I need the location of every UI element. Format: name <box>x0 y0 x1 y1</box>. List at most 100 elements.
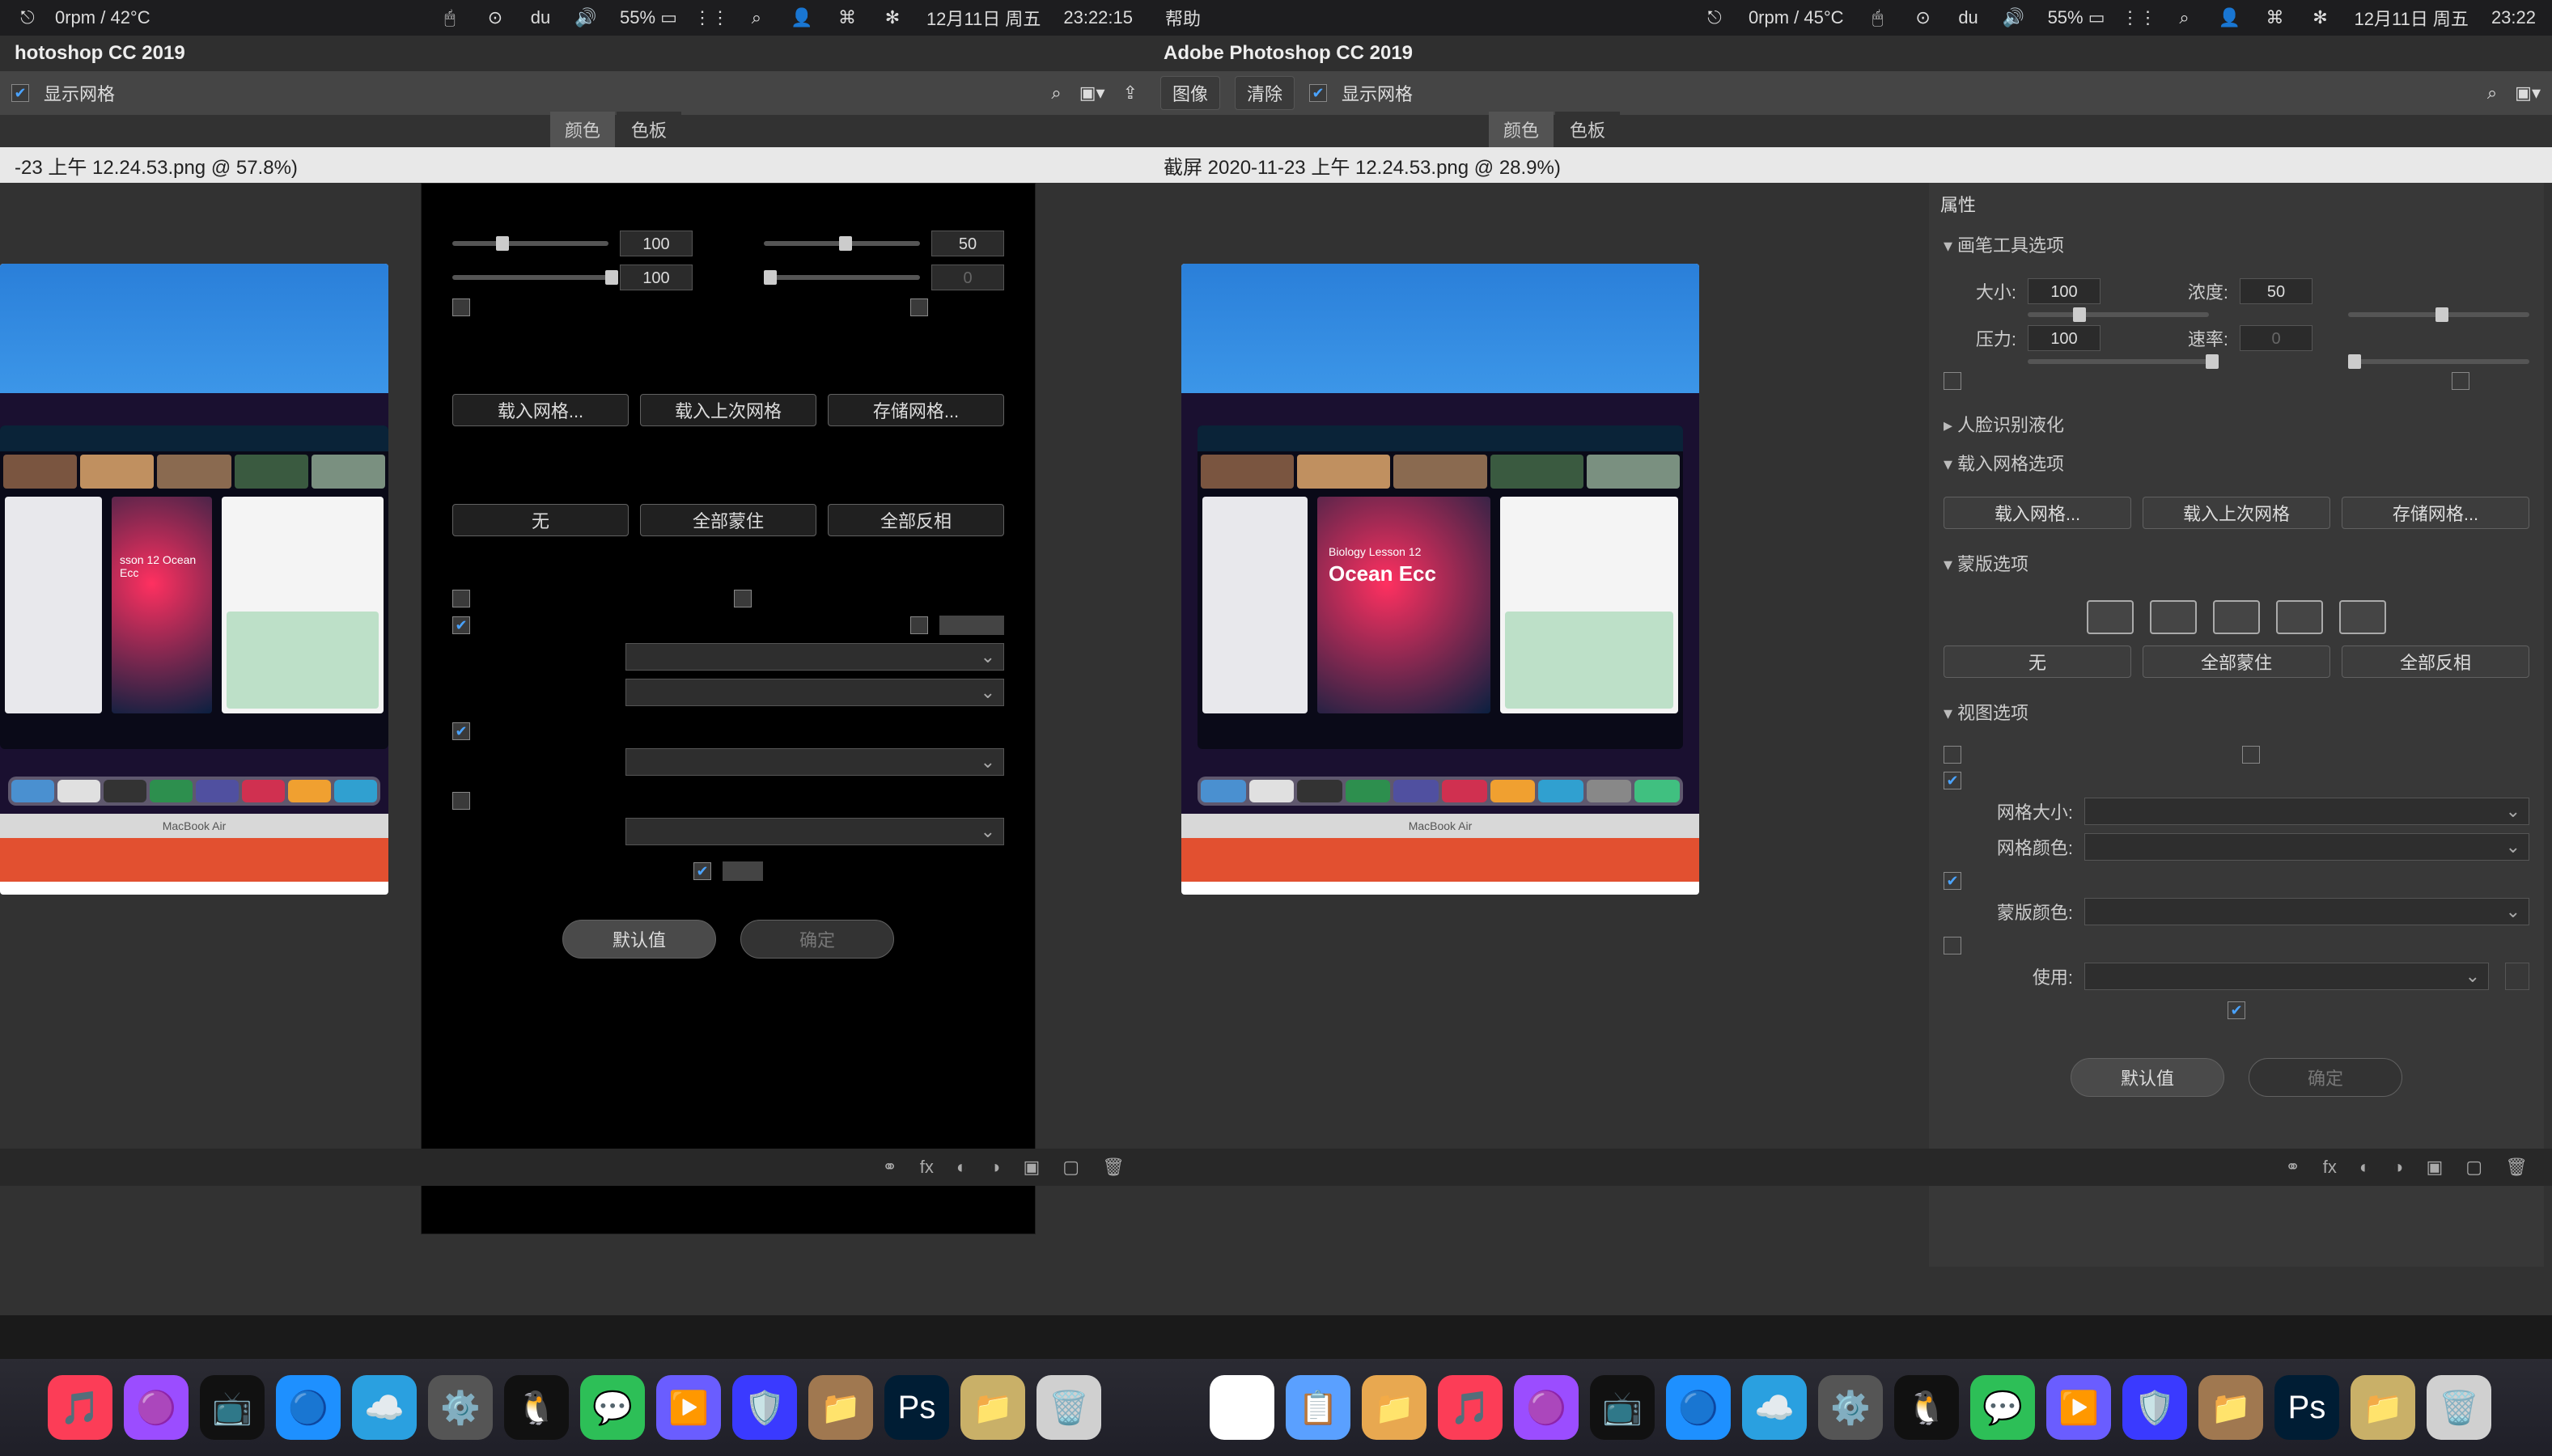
pressure-value[interactable]: 100 <box>2028 325 2101 351</box>
mask-icon[interactable]: ◐ <box>956 1157 967 1178</box>
mask-mode-4[interactable] <box>2276 600 2323 634</box>
save-mesh-button[interactable]: 存储网格... <box>2342 497 2529 529</box>
dock-app-11[interactable]: Ps <box>884 1375 949 1440</box>
mouse-icon[interactable]: 🖱 <box>439 6 461 29</box>
mask-all-button[interactable]: 全部蒙住 <box>2143 645 2330 678</box>
defaults-button[interactable]: 默认值 <box>2071 1058 2224 1097</box>
pressure-value[interactable]: 100 <box>620 265 693 290</box>
window-icon[interactable]: ▣▾ <box>2515 83 2541 104</box>
dock-app-16[interactable]: 🗑️ <box>2427 1375 2491 1440</box>
use-select[interactable]: ⌄ <box>625 818 1004 845</box>
mask-mode-2[interactable] <box>2150 600 2197 634</box>
wifi-icon[interactable]: ⋮⋮ <box>700 6 723 29</box>
link-icon[interactable]: ⚭ <box>2285 1157 2300 1178</box>
v-cb2[interactable] <box>734 590 752 607</box>
dock-app-3[interactable]: 🔵 <box>276 1375 341 1440</box>
fan-icon[interactable]: ✻ <box>2309 6 2332 29</box>
folder-icon[interactable]: ▣ <box>2426 1157 2443 1178</box>
dock-app-11[interactable]: ▶️ <box>2046 1375 2111 1440</box>
canvas[interactable]: Biology Lesson 12 Ocean Ecc MacBook Air <box>1181 264 1699 895</box>
dock-app-13[interactable]: 🗑️ <box>1036 1375 1101 1440</box>
invert-all-button[interactable]: 全部反相 <box>2342 645 2529 678</box>
dock-app-9[interactable]: 🛡️ <box>732 1375 797 1440</box>
play-icon[interactable]: ⊙ <box>1912 6 1935 29</box>
rate-value[interactable]: 0 <box>2240 325 2312 351</box>
mesh-color-select[interactable]: ⌄ <box>2084 833 2529 861</box>
volume-icon[interactable]: 🔊 <box>574 6 597 29</box>
dock-app-13[interactable]: 📁 <box>2198 1375 2263 1440</box>
brush-options-header[interactable]: 画笔工具选项 <box>1957 235 2064 256</box>
dock-app-2[interactable]: 📁 <box>1362 1375 1426 1440</box>
defaults-button[interactable]: 默认值 <box>562 920 716 959</box>
ok-button[interactable]: 确定 <box>740 920 894 959</box>
mask-color-select[interactable]: ⌄ <box>2084 898 2529 925</box>
mesh-options-header[interactable]: 载入网格选项 <box>1957 454 2064 474</box>
trash-icon[interactable]: 🗑 <box>1102 1157 1125 1178</box>
mask-options-header[interactable]: 蒙版选项 <box>1957 554 2028 574</box>
trash-icon[interactable]: 🗑 <box>2505 1157 2528 1178</box>
folder-icon[interactable]: ▣ <box>1023 1157 1040 1178</box>
dock-app-5[interactable]: 📺 <box>1590 1375 1655 1440</box>
dock-app-2[interactable]: 📺 <box>200 1375 265 1440</box>
fan-icon[interactable]: ✻ <box>881 6 904 29</box>
document-tab[interactable]: -23 上午 12.24.53.png @ 57.8%) <box>0 147 1149 183</box>
view-options-header[interactable]: 视图选项 <box>1957 703 2028 723</box>
dock-app-4[interactable]: 🟣 <box>1514 1375 1579 1440</box>
mask-icon[interactable]: ◐ <box>2359 1157 2370 1178</box>
load-mesh-button[interactable]: 载入网格... <box>452 394 629 426</box>
vcb3[interactable] <box>1944 772 1961 789</box>
tab-swatches[interactable]: 色板 <box>1555 112 1620 147</box>
dock-app-8[interactable]: ⚙️ <box>1818 1375 1883 1440</box>
mask-mode-1[interactable] <box>2087 600 2134 634</box>
ok-button[interactable]: 确定 <box>2249 1058 2402 1097</box>
vcb6[interactable] <box>2228 1001 2245 1019</box>
spotlight-icon[interactable]: ⌕ <box>745 6 768 29</box>
document-tab[interactable]: 截屏 2020-11-23 上午 12.24.53.png @ 28.9%) <box>1149 147 2552 183</box>
user-icon[interactable]: 👤 <box>791 6 813 29</box>
mouse-icon[interactable]: 🖱 <box>1867 6 1889 29</box>
new-icon[interactable]: ▢ <box>1062 1157 1079 1178</box>
dock-app-6[interactable]: 🔵 <box>1666 1375 1731 1440</box>
mask-color-select[interactable]: ⌄ <box>625 748 1004 776</box>
load-last-mesh-button[interactable]: 载入上次网格 <box>2143 497 2330 529</box>
fx-icon[interactable]: fx <box>920 1157 934 1178</box>
v-cb4[interactable] <box>452 722 470 740</box>
cb-stylus[interactable] <box>1944 372 1961 390</box>
dock-app-5[interactable]: ⚙️ <box>428 1375 493 1440</box>
cc-icon[interactable]: ⌘ <box>836 6 858 29</box>
density-value[interactable]: 50 <box>931 231 1004 256</box>
dock-app-8[interactable]: ▶️ <box>656 1375 721 1440</box>
new-icon[interactable]: ▢ <box>2465 1157 2482 1178</box>
mask-mode-5[interactable] <box>2339 600 2386 634</box>
dock-app-10[interactable]: 💬 <box>1970 1375 2035 1440</box>
clear-button[interactable]: 清除 <box>1235 76 1295 110</box>
mask-none-button[interactable]: 无 <box>1944 645 2131 678</box>
rate-value[interactable]: 0 <box>931 265 1004 290</box>
v-cb6[interactable] <box>693 862 711 880</box>
du-icon[interactable]: du <box>1957 6 1980 29</box>
show-grid-checkbox[interactable] <box>11 84 29 102</box>
canvas[interactable]: sson 12 Ocean Ecc MacBook Air <box>0 264 388 895</box>
adjust-icon[interactable]: ◑ <box>2393 1157 2403 1178</box>
dock-app-15[interactable]: 📁 <box>2351 1375 2415 1440</box>
mesh-size-select[interactable]: ⌄ <box>625 643 1004 671</box>
window-icon[interactable]: ▣▾ <box>1079 83 1105 104</box>
v-cb5[interactable] <box>452 792 470 810</box>
fx-icon[interactable]: fx <box>2323 1157 2337 1178</box>
mesh-color-select[interactable]: ⌄ <box>625 679 1004 706</box>
vcb4[interactable] <box>1944 872 1961 890</box>
cc-icon[interactable]: ⌘ <box>2264 6 2287 29</box>
dock-app-0[interactable]: 🎵 <box>48 1375 112 1440</box>
wifi-icon[interactable]: ⋮⋮ <box>2128 6 2151 29</box>
volume-icon[interactable]: 🔊 <box>2003 6 2025 29</box>
dock-app-7[interactable]: ☁️ <box>1742 1375 1807 1440</box>
size-value[interactable]: 100 <box>2028 278 2101 304</box>
dock-app-3[interactable]: 🎵 <box>1438 1375 1503 1440</box>
v-cb3[interactable] <box>452 616 470 634</box>
face-aware-header[interactable]: 人脸识别液化 <box>1957 415 2064 435</box>
tab-color[interactable]: 颜色 <box>550 112 615 147</box>
density-value[interactable]: 50 <box>2240 278 2312 304</box>
mask-none-button[interactable]: 无 <box>452 504 629 536</box>
cb-pin[interactable] <box>2452 372 2469 390</box>
save-mesh-button[interactable]: 存储网格... <box>828 394 1004 426</box>
